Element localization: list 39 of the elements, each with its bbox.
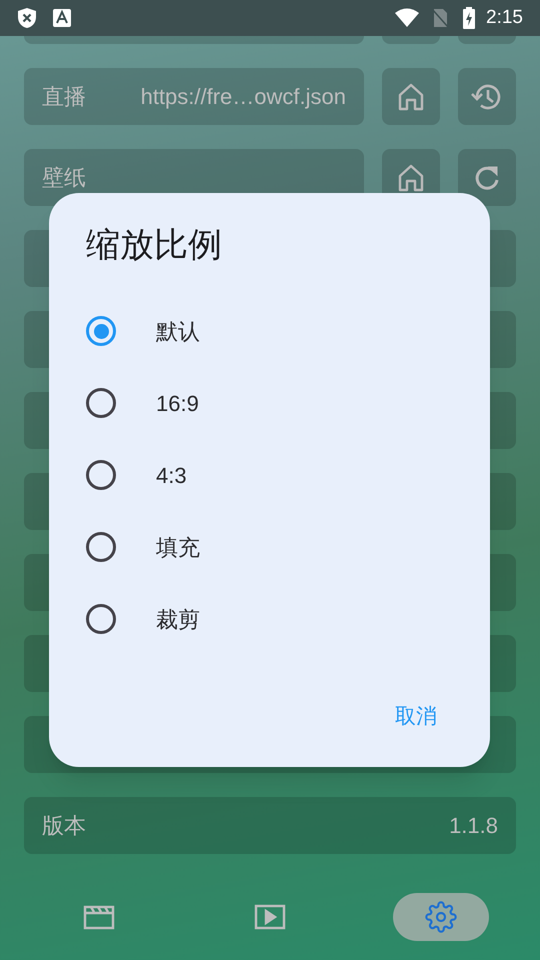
home-icon	[398, 164, 424, 192]
nav-tab[interactable]	[392, 893, 489, 941]
setting-button[interactable]	[458, 36, 516, 44]
settings-icon	[424, 901, 457, 933]
shield-icon	[17, 7, 37, 29]
history-button[interactable]	[458, 68, 516, 125]
setting-value: 1.1.8	[449, 812, 498, 840]
dialog-title: 缩放比例	[86, 225, 223, 266]
radio-option[interactable]: 默认	[86, 295, 453, 367]
home-button[interactable]	[382, 68, 440, 125]
option-label: 默认	[156, 318, 200, 346]
option-label: 填充	[156, 534, 200, 562]
radio-option[interactable]: 16:9	[86, 367, 453, 439]
option-label: 4:3	[156, 462, 187, 490]
radio-option[interactable]: 裁剪	[86, 583, 453, 655]
refresh-button[interactable]	[458, 149, 516, 206]
clapperboard-icon	[83, 904, 116, 930]
text-icon	[53, 9, 71, 27]
play-icon	[254, 904, 286, 930]
radio-button[interactable]	[86, 316, 116, 346]
radio-option[interactable]: 填充	[86, 511, 453, 583]
setting-label: 直播	[42, 83, 86, 111]
wifi-icon	[394, 8, 420, 28]
battery-icon	[462, 7, 476, 29]
radio-button[interactable]	[86, 460, 116, 490]
setting-label: 壁纸	[42, 164, 86, 192]
history-icon	[471, 82, 503, 112]
radio-option[interactable]: 4:3	[86, 439, 453, 511]
option-label: 16:9	[156, 390, 199, 418]
setting-label: 版本	[42, 812, 86, 840]
radio-button[interactable]	[86, 388, 116, 418]
home-icon	[398, 82, 424, 110]
option-label: 裁剪	[156, 606, 200, 634]
refresh-icon	[473, 164, 501, 192]
clock-time: 2:15	[486, 6, 523, 30]
setting-value: https://fre…owcf.json	[140, 83, 346, 111]
radio-button[interactable]	[86, 604, 116, 634]
radio-button[interactable]	[86, 532, 116, 562]
setting-button[interactable]	[382, 36, 440, 44]
